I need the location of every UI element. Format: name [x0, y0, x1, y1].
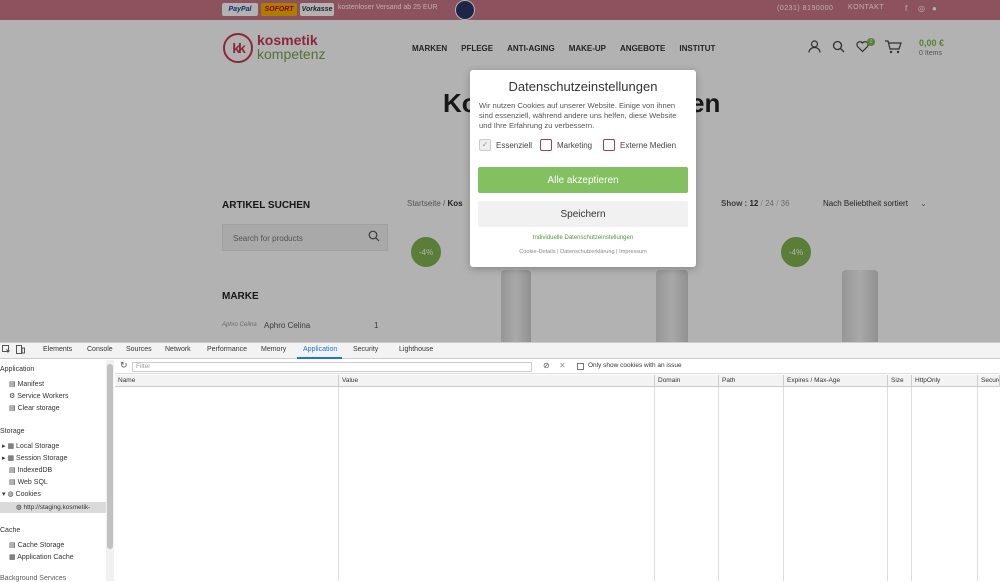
sidebar-item-label: http://staging.kosmetik-: [23, 504, 91, 511]
tab-memory[interactable]: Memory: [261, 346, 286, 353]
dialog-footer-links: Cookie-Details | Datenschutzerklärung | …: [470, 249, 696, 255]
checkbox-disabled: ✓: [479, 139, 491, 151]
sidebar-item-label: Service Workers: [17, 393, 69, 400]
dialog-title: Datenschutzeinstellungen: [508, 79, 658, 94]
table-column: [784, 387, 888, 581]
section-storage: Storage: [0, 428, 25, 435]
sidebar-item-manifest[interactable]: ▤ Manifest: [9, 380, 44, 388]
cookie-details-link[interactable]: Cookie-Details: [519, 249, 555, 255]
section-background-services: Background Services: [0, 575, 67, 582]
checkbox-label: Marketing: [557, 140, 593, 150]
sidebar-item-session-storage[interactable]: ▸ ▦ Session Storage: [2, 454, 67, 462]
sidebar-item-service-workers[interactable]: ⚙ Service Workers: [9, 392, 68, 400]
checkbox-marketing[interactable]: Marketing: [540, 139, 592, 151]
section-application: Application: [0, 366, 35, 373]
devtools-tab-bar: Elements Console Sources Network Perform…: [0, 343, 1000, 359]
only-issues-checkbox[interactable]: [577, 363, 584, 370]
database-icon: ▤: [9, 542, 18, 549]
column-header-path[interactable]: Path: [719, 375, 784, 387]
column-header-value[interactable]: Value: [339, 375, 655, 387]
column-header-secure[interactable]: Secure: [978, 375, 1000, 387]
grid-icon: ▦: [7, 455, 17, 462]
file-icon: ▤: [9, 381, 18, 388]
sidebar-item-label: Web SQL: [17, 479, 48, 486]
individual-settings-link[interactable]: Individuelle Datenschutzeinstellungen: [470, 235, 696, 241]
table-column: [655, 387, 719, 581]
column-header-expires[interactable]: Expires / Max-Age: [784, 375, 888, 387]
sidebar-item-label: Cookies: [15, 491, 41, 498]
tab-network[interactable]: Network: [165, 346, 191, 353]
database-icon: ▤: [9, 467, 18, 474]
tab-console[interactable]: Console: [87, 346, 113, 353]
sidebar-item-label: Manifest: [17, 381, 45, 388]
checkbox-label: Essenziell: [496, 140, 533, 150]
gear-icon: ⚙: [9, 393, 18, 400]
filter-input[interactable]: Filter: [132, 362, 532, 372]
cookie-icon: ◍: [7, 491, 16, 498]
sidebar-item-cookies[interactable]: ▾ ◍ Cookies: [2, 490, 41, 498]
sidebar-item-label: Session Storage: [16, 455, 68, 462]
table-column: [888, 387, 912, 581]
sidebar-item-web-sql[interactable]: ▤ Web SQL: [9, 478, 48, 486]
dialog-description: Wir nutzen Cookies auf unserer Website. …: [479, 101, 677, 130]
grid-icon: ▦: [9, 554, 18, 561]
checkbox[interactable]: [540, 139, 552, 151]
table-column: [719, 387, 784, 581]
inspect-element-icon[interactable]: [2, 345, 11, 356]
link-sep: |: [557, 249, 559, 255]
tab-sources[interactable]: Sources: [126, 346, 152, 353]
sidebar-item-label: Cache Storage: [17, 542, 65, 549]
application-sidebar: Application ▤ Manifest ⚙ Service Workers…: [0, 360, 114, 582]
devtools-panel: Elements Console Sources Network Perform…: [0, 342, 1000, 582]
section-cache: Cache: [0, 527, 21, 534]
sidebar-item-clear-storage[interactable]: ▤ Clear storage: [9, 404, 60, 412]
checkbox-externe-medien[interactable]: Externe Medien: [603, 139, 676, 151]
sidebar-item-application-cache[interactable]: ▦ Application Cache: [9, 553, 74, 561]
tab-performance[interactable]: Performance: [207, 346, 247, 353]
sidebar-scrollbar-thumb[interactable]: [107, 364, 113, 549]
grid-icon: ▦: [7, 443, 17, 450]
table-column: [339, 387, 655, 581]
save-button[interactable]: Speichern: [478, 201, 688, 227]
website-viewport: PayPal SOFORT Vorkasse kostenloser Versa…: [0, 0, 1000, 342]
column-header-name[interactable]: Name: [115, 375, 339, 387]
refresh-icon[interactable]: ↻: [120, 360, 128, 371]
only-issues-label: Only show cookies with an issue: [588, 362, 682, 369]
column-header-domain[interactable]: Domain: [655, 375, 719, 387]
database-icon: ▤: [9, 405, 18, 412]
sidebar-item-cookie-origin[interactable]: ◍ http://staging.kosmetik-: [16, 503, 90, 511]
tab-elements[interactable]: Elements: [43, 346, 72, 353]
sidebar-item-label: Clear storage: [17, 405, 60, 412]
table-column: [912, 387, 978, 581]
imprint-link[interactable]: Impressum: [619, 249, 647, 255]
sidebar-item-label: Application Cache: [17, 554, 74, 561]
tab-lighthouse[interactable]: Lighthouse: [399, 346, 433, 353]
tab-security[interactable]: Security: [353, 346, 378, 353]
clear-all-icon[interactable]: ⊘: [543, 361, 550, 370]
accept-all-button[interactable]: Alle akzeptieren: [478, 167, 688, 193]
checkbox-essenziell[interactable]: ✓ Essenziell: [479, 139, 532, 151]
cookies-toolbar: ↻ Filter ⊘ ✕ Only show cookies with an i…: [115, 360, 1000, 374]
active-tab-indicator: [297, 357, 342, 359]
link-sep: |: [616, 249, 618, 255]
checkbox-label: Externe Medien: [620, 140, 677, 150]
filter-placeholder: Filter: [136, 363, 151, 370]
device-toolbar-icon[interactable]: [16, 345, 25, 356]
column-header-size[interactable]: Size: [888, 375, 912, 387]
cookies-table: Name Value Domain Path Expires / Max-Age…: [115, 375, 1000, 581]
sidebar-item-label: IndexedDB: [17, 467, 53, 474]
database-icon: ▤: [9, 479, 18, 486]
cookie-consent-dialog: Datenschutzeinstellungen Wir nutzen Cook…: [470, 70, 696, 267]
tab-application[interactable]: Application: [303, 346, 337, 353]
column-header-httponly[interactable]: HttpOnly: [912, 375, 978, 387]
privacy-policy-link[interactable]: Datenschutzerklärung: [560, 249, 614, 255]
sidebar-item-label: Local Storage: [16, 443, 60, 450]
sidebar-item-local-storage[interactable]: ▸ ▦ Local Storage: [2, 442, 59, 450]
table-column: [115, 387, 339, 581]
sidebar-item-indexeddb[interactable]: ▤ IndexedDB: [9, 466, 52, 474]
checkbox[interactable]: [603, 139, 615, 151]
sidebar-item-cache-storage[interactable]: ▤ Cache Storage: [9, 541, 64, 549]
delete-selected-icon[interactable]: ✕: [559, 361, 566, 370]
